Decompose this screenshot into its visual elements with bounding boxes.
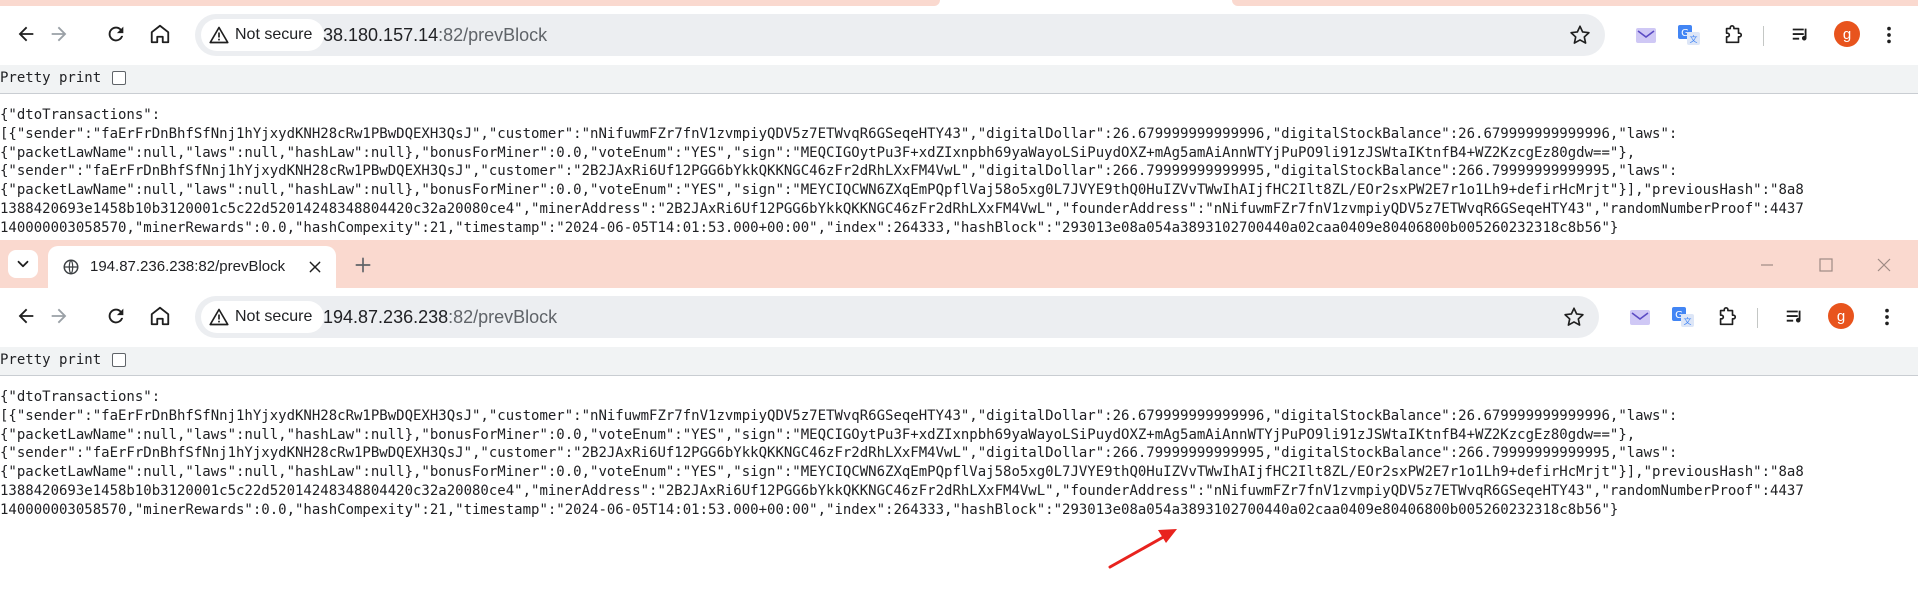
- arrow-left-icon: [18, 308, 34, 324]
- url-text[interactable]: 194.87.236.238:82/prevBlock: [323, 307, 557, 328]
- reload-button[interactable]: [102, 20, 130, 48]
- url-path: :82/prevBlock: [448, 307, 558, 327]
- reload-button[interactable]: [102, 302, 130, 330]
- toolbar-divider: [1757, 308, 1758, 328]
- arrow-right-icon: [51, 308, 67, 324]
- envelope-ai-icon[interactable]: [1633, 22, 1659, 48]
- json-response-body: {"dtoTransactions": [{"sender":"faErFrDn…: [0, 106, 1918, 238]
- reload-icon: [108, 26, 124, 42]
- puzzle-icon[interactable]: [1714, 304, 1740, 330]
- security-label: Not secure: [235, 26, 313, 43]
- json-line: {"sender":"faErFrDnBhfSfNnj1hYjxydKNH28c…: [0, 445, 1678, 462]
- json-line: 1388420693e1458b10b3120001c5c22d52014248…: [0, 200, 1804, 217]
- kebab-menu-icon[interactable]: [1876, 22, 1902, 48]
- pretty-print-bar: Pretty print: [0, 347, 1918, 376]
- pretty-print-bar: Pretty print: [0, 65, 1918, 94]
- maximize-icon: [1819, 258, 1833, 272]
- close-icon: [309, 261, 321, 273]
- star-icon[interactable]: [1563, 306, 1585, 328]
- url-text[interactable]: 38.180.157.14:82/prevBlock: [323, 25, 547, 46]
- home-icon: [150, 24, 170, 44]
- translate-icon[interactable]: G文: [1670, 304, 1696, 330]
- tab-search-button[interactable]: [8, 250, 38, 278]
- maximize-button[interactable]: [1813, 252, 1839, 278]
- address-bar[interactable]: Not secure 194.87.236.238:82/prevBlock: [195, 296, 1599, 338]
- plus-icon: [355, 257, 371, 273]
- json-line: {"packetLawName":null,"laws":null,"hashL…: [0, 426, 1636, 443]
- back-button[interactable]: [12, 20, 40, 48]
- arrow-right-icon: [51, 26, 67, 42]
- avatar[interactable]: g: [1828, 303, 1854, 329]
- tab-strip-window-2: 194.87.236.238:82/prevBlock: [0, 240, 1918, 288]
- svg-text:文: 文: [1690, 34, 1698, 44]
- forward-button[interactable]: [45, 302, 73, 330]
- svg-text:文: 文: [1684, 316, 1692, 326]
- puzzle-icon[interactable]: [1720, 22, 1746, 48]
- pretty-print-checkbox[interactable]: [112, 353, 126, 367]
- address-bar[interactable]: Not secure 38.180.157.14:82/prevBlock: [195, 14, 1605, 56]
- warning-triangle-icon: [209, 26, 229, 44]
- security-indicator[interactable]: Not secure: [201, 301, 325, 333]
- back-button[interactable]: [12, 302, 40, 330]
- pretty-print-label: Pretty print: [0, 352, 102, 368]
- media-queue-icon[interactable]: [1782, 304, 1808, 330]
- media-queue-icon[interactable]: [1788, 22, 1814, 48]
- forward-button[interactable]: [45, 20, 73, 48]
- toolbar-divider: [1763, 26, 1764, 46]
- json-line: {"dtoTransactions":: [0, 389, 161, 405]
- security-label: Not secure: [235, 308, 313, 325]
- json-line: 140000003058570,"minerRewards":0.0,"hash…: [0, 219, 1619, 236]
- avatar[interactable]: g: [1834, 21, 1860, 47]
- url-host: 194.87.236.238: [323, 307, 449, 327]
- url-host: 38.180.157.14: [323, 25, 439, 45]
- translate-icon[interactable]: G文: [1676, 22, 1702, 48]
- json-line: 140000003058570,"minerRewards":0.0,"hash…: [0, 501, 1619, 518]
- json-line: {"dtoTransactions":: [0, 107, 161, 123]
- json-line: {"packetLawName":null,"laws":null,"hashL…: [0, 144, 1636, 161]
- json-line: {"packetLawName":null,"laws":null,"hashL…: [0, 464, 1804, 481]
- home-icon: [150, 306, 170, 326]
- minimize-icon: [1761, 264, 1773, 266]
- json-line: 1388420693e1458b10b3120001c5c22d52014248…: [0, 482, 1804, 499]
- tab-active[interactable]: 194.87.236.238:82/prevBlock: [48, 246, 336, 288]
- arrow-left-icon: [18, 26, 34, 42]
- annotation-arrow: [1108, 529, 1177, 569]
- url-path: :82/prevBlock: [438, 25, 548, 45]
- warning-triangle-icon: [209, 308, 229, 326]
- json-line: {"packetLawName":null,"laws":null,"hashL…: [0, 182, 1804, 199]
- window-close-button[interactable]: [1871, 252, 1897, 278]
- envelope-ai-icon[interactable]: [1627, 304, 1653, 330]
- globe-icon: [63, 259, 79, 275]
- security-indicator[interactable]: Not secure: [201, 19, 325, 51]
- new-tab-button[interactable]: [350, 252, 376, 278]
- browser-toolbar-window-2: Not secure 194.87.236.238:82/prevBlock G…: [0, 288, 1918, 347]
- minimize-button[interactable]: [1754, 252, 1780, 278]
- json-line: [{"sender":"faErFrDnBhfSfNnj1hYjxydKNH28…: [0, 407, 1678, 424]
- kebab-menu-icon[interactable]: [1874, 304, 1900, 330]
- reload-icon: [108, 308, 124, 324]
- tab-title: 194.87.236.238:82/prevBlock: [90, 258, 286, 275]
- close-icon: [1877, 258, 1891, 272]
- star-icon[interactable]: [1569, 24, 1591, 46]
- home-button[interactable]: [146, 302, 174, 330]
- pretty-print-checkbox[interactable]: [112, 71, 126, 85]
- json-line: {"sender":"faErFrDnBhfSfNnj1hYjxydKNH28c…: [0, 163, 1678, 180]
- pretty-print-label: Pretty print: [0, 70, 102, 86]
- tab-close-button[interactable]: [304, 256, 326, 278]
- chevron-down-icon: [17, 260, 29, 268]
- home-button[interactable]: [146, 20, 174, 48]
- json-line: [{"sender":"faErFrDnBhfSfNnj1hYjxydKNH28…: [0, 125, 1678, 142]
- json-response-body: {"dtoTransactions": [{"sender":"faErFrDn…: [0, 388, 1918, 520]
- browser-toolbar-window-1: Not secure 38.180.157.14:82/prevBlock G文…: [0, 6, 1918, 65]
